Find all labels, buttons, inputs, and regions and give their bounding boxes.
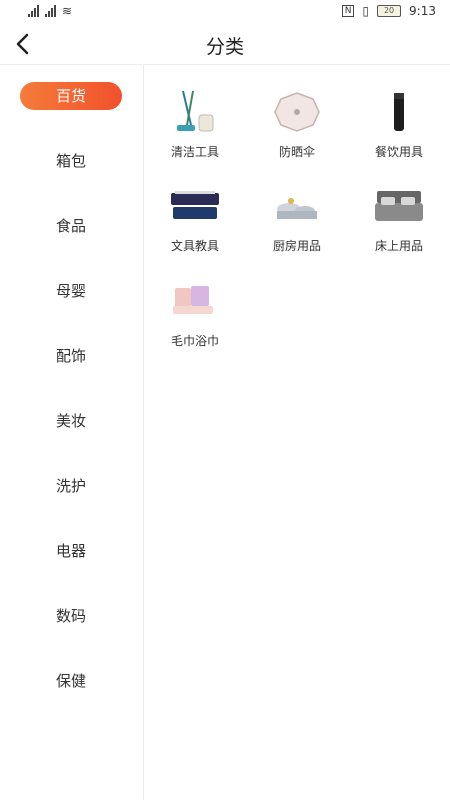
grid-item-stationery[interactable]: 文具教具: [144, 181, 246, 271]
grid-item-kitchenware[interactable]: 厨房用品: [246, 181, 348, 271]
wifi-icon: ≋: [62, 4, 73, 18]
sidebar-item-food[interactable]: 食品: [20, 212, 122, 240]
subcategory-grid: 清洁工具 防晒伞 餐饮用具 文具教具 厨房用品 床上用品 毛巾浴巾: [144, 65, 450, 800]
grid-item-cleaning-tools[interactable]: 清洁工具: [144, 87, 246, 177]
sidebar-item-appliances[interactable]: 电器: [20, 537, 122, 565]
vibrate-icon: ▯: [362, 4, 370, 18]
header-bar: 分类: [0, 24, 450, 65]
umbrella-icon: [274, 92, 320, 132]
sidebar-item-accessories[interactable]: 配饰: [20, 342, 122, 370]
pencil-case-icon: [171, 191, 219, 219]
grid-item-towels[interactable]: 毛巾浴巾: [144, 276, 246, 366]
mop-icon: [177, 90, 214, 132]
status-bar: ≋ N ▯ 20 9:13: [0, 0, 450, 24]
category-sidebar: 百货 箱包 食品 母婴 配饰 美妆 洗护 电器 数码 保健: [0, 65, 144, 800]
sidebar-item-washcare[interactable]: 洗护: [20, 472, 122, 500]
grid-item-label: 床上用品: [374, 239, 423, 253]
bedding-icon: [375, 191, 423, 221]
sidebar-item-bags[interactable]: 箱包: [20, 147, 122, 175]
status-right: N ▯ 20 9:13: [341, 4, 436, 18]
signal-icon-2: [45, 5, 56, 17]
grid-item-label: 厨房用品: [272, 239, 321, 253]
nfc-icon: N: [341, 5, 355, 17]
sidebar-item-baby[interactable]: 母婴: [20, 277, 122, 305]
sidebar-item-baihuo[interactable]: 百货: [20, 82, 122, 110]
thermos-icon: [394, 93, 404, 131]
grid-item-label: 毛巾浴巾: [170, 334, 219, 348]
status-left: ≋: [28, 4, 72, 18]
sidebar-item-digital[interactable]: 数码: [20, 602, 122, 630]
time-text: 9:13: [409, 4, 436, 18]
towel-icon: [173, 286, 213, 314]
grid-item-sun-umbrella[interactable]: 防晒伞: [246, 87, 348, 177]
grid-item-bedding[interactable]: 床上用品: [348, 181, 450, 271]
signal-icon-1: [28, 5, 39, 17]
sidebar-item-beauty[interactable]: 美妆: [20, 407, 122, 435]
grid-item-label: 餐饮用具: [374, 145, 423, 159]
cookware-icon: [277, 198, 317, 219]
grid-item-label: 清洁工具: [170, 145, 219, 159]
grid-item-label: 防晒伞: [278, 145, 315, 159]
sidebar-item-health[interactable]: 保健: [20, 667, 122, 695]
grid-item-label: 文具教具: [170, 239, 219, 253]
page-title: 分类: [205, 36, 244, 58]
grid-item-dining-ware[interactable]: 餐饮用具: [348, 87, 450, 177]
battery-indicator: 20: [377, 5, 402, 17]
